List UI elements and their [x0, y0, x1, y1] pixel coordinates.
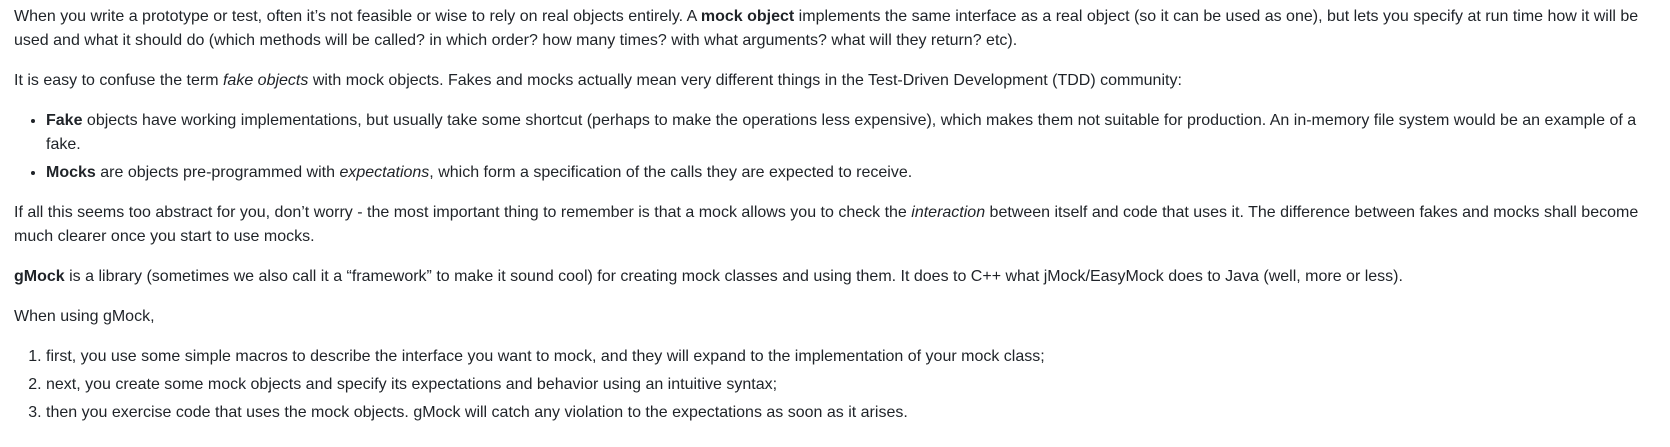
list-item-step-3: then you exercise code that uses the moc… — [46, 401, 1656, 425]
list-item-mocks: Mocks are objects pre-programmed with ex… — [46, 161, 1656, 185]
term-mocks: Mocks — [46, 164, 96, 181]
term-gmock: gMock — [14, 268, 65, 285]
term-interaction: interaction — [911, 204, 986, 221]
list-item-fake: Fake objects have working implementation… — [46, 109, 1656, 157]
text: , which form a specification of the call… — [429, 164, 913, 181]
list-item-step-1: first, you use some simple macros to des… — [46, 345, 1656, 369]
text: When you write a prototype or test, ofte… — [14, 8, 701, 25]
paragraph-when-using: When using gMock, — [14, 305, 1656, 329]
term-fake: Fake — [46, 112, 83, 129]
paragraph-fakes-vs-mocks: It is easy to confuse the term fake obje… — [14, 69, 1656, 93]
paragraph-mock-object-intro: When you write a prototype or test, ofte… — [14, 5, 1656, 53]
text: are objects pre-programmed with — [95, 164, 340, 181]
text: It is easy to confuse the term — [14, 72, 223, 89]
definitions-list: Fake objects have working implementation… — [14, 109, 1656, 185]
list-item-step-2: next, you create some mock objects and s… — [46, 373, 1656, 397]
term-mock-object: mock object — [700, 8, 795, 25]
paragraph-gmock-library: gMock is a library (sometimes we also ca… — [14, 265, 1656, 289]
text: with mock objects. Fakes and mocks actua… — [308, 72, 1182, 89]
text: is a library (sometimes we also call it … — [64, 268, 1403, 285]
term-expectations: expectations — [339, 164, 430, 181]
paragraph-interaction: If all this seems too abstract for you, … — [14, 201, 1656, 249]
text: If all this seems too abstract for you, … — [14, 204, 912, 221]
text: When using gMock, — [14, 308, 155, 325]
document-body: When you write a prototype or test, ofte… — [0, 0, 1670, 425]
steps-list: first, you use some simple macros to des… — [14, 345, 1656, 425]
text: objects have working implementations, bu… — [46, 112, 1637, 153]
term-fake-objects: fake objects — [222, 72, 309, 89]
